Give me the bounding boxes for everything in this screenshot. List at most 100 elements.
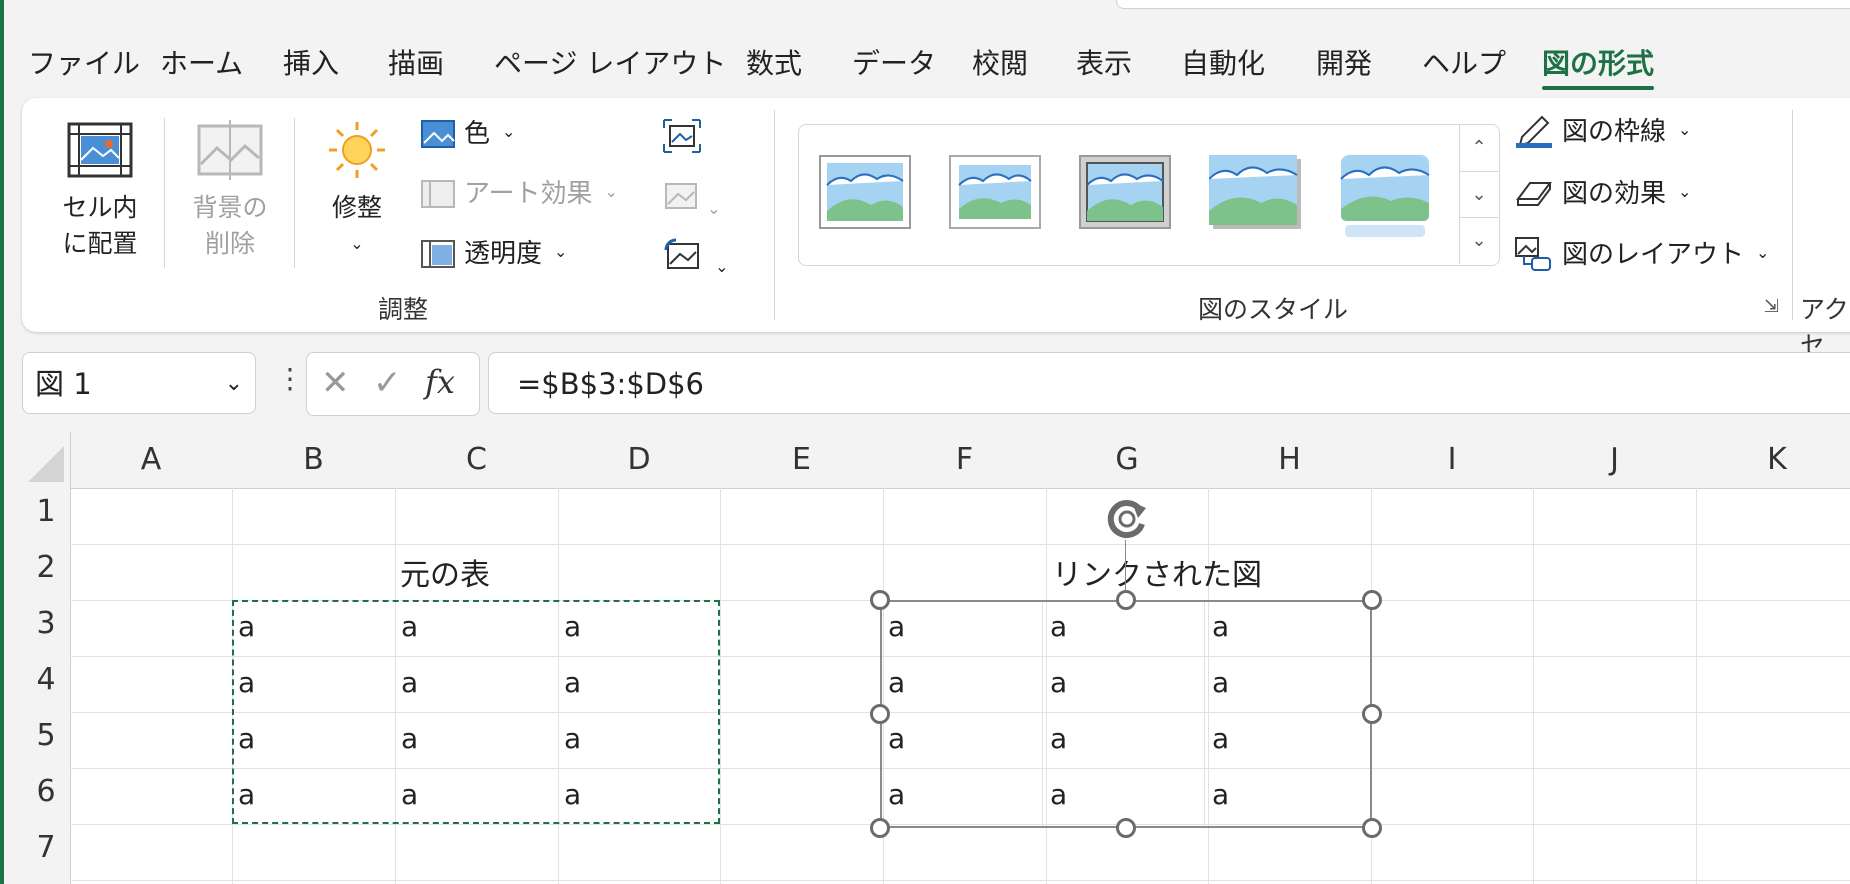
chevron-down-icon: ⌄ — [502, 122, 516, 141]
picture-cell: a — [1212, 610, 1230, 643]
select-all-button[interactable] — [22, 432, 70, 488]
place-in-cell-button[interactable]: セル内 に配置 — [50, 120, 150, 262]
gallery-scroll-down-icon[interactable]: ⌄ — [1459, 171, 1498, 218]
tab-file[interactable]: ファイル — [28, 40, 140, 88]
search-box[interactable] — [1116, 0, 1850, 9]
column-header[interactable]: C — [395, 432, 558, 488]
picture-effects-icon — [1516, 182, 1552, 206]
column-header[interactable]: K — [1696, 432, 1850, 488]
reset-picture-button[interactable]: ⌄ — [662, 236, 729, 276]
picture-style-2[interactable] — [949, 155, 1041, 229]
rotate-handle-icon[interactable] — [1102, 494, 1152, 548]
picture-layout-icon — [1515, 237, 1551, 271]
column-header[interactable]: H — [1208, 432, 1371, 488]
tab-developer[interactable]: 開発 — [1316, 40, 1372, 88]
cancel-icon[interactable]: ✕ — [321, 363, 350, 403]
cell-g2[interactable]: リンクされた図 — [1052, 550, 1262, 594]
tab-picture-format[interactable]: 図の形式 — [1542, 40, 1655, 90]
column-header[interactable]: B — [232, 432, 395, 488]
column-header[interactable]: G — [1046, 432, 1208, 488]
picture-effects-button[interactable]: 図の効果 ⌄ — [1514, 176, 1691, 212]
resize-handle[interactable] — [1362, 818, 1382, 838]
picture-cell: a — [1050, 610, 1068, 643]
tab-formulas[interactable]: 数式 — [746, 40, 802, 88]
compress-pictures-button[interactable] — [662, 118, 702, 158]
column-header[interactable]: A — [70, 432, 232, 488]
column-header[interactable]: J — [1533, 432, 1696, 488]
chevron-down-icon: ⌄ — [554, 242, 568, 261]
picture-border-button[interactable]: 図の枠線 ⌄ — [1514, 114, 1691, 150]
reset-picture-icon — [664, 238, 699, 269]
picture-cell: a — [1212, 722, 1230, 755]
formula-input[interactable]: =$B$3:$D$6 — [488, 352, 1850, 414]
picture-styles-gallery: ⌃ ⌄ ⌄ — [798, 124, 1500, 266]
gallery-scroll-up-icon[interactable]: ⌃ — [1459, 125, 1498, 171]
gallery-more-icon[interactable]: ⌄ — [1459, 217, 1498, 264]
place-in-cell-icon — [67, 122, 133, 178]
tab-home[interactable]: ホーム — [160, 40, 243, 88]
transparency-icon — [421, 240, 455, 268]
resize-handle[interactable] — [870, 704, 890, 724]
column-header[interactable]: D — [558, 432, 720, 488]
picture-gridline — [882, 712, 1370, 713]
column-header[interactable]: I — [1371, 432, 1533, 488]
picture-layout-button[interactable]: 図のレイアウト ⌄ — [1514, 236, 1769, 274]
picture-style-4[interactable] — [1208, 155, 1301, 229]
dialog-launcher-icon[interactable]: ⇲ — [1764, 296, 1779, 317]
row-header[interactable]: 4 — [22, 662, 70, 697]
tab-review[interactable]: 校閲 — [972, 40, 1028, 88]
row-header[interactable]: 7 — [22, 830, 70, 865]
tab-page-layout[interactable]: ページ レイアウト — [494, 40, 726, 88]
sun-icon — [329, 122, 385, 178]
tab-view[interactable]: 表示 — [1076, 40, 1132, 88]
row-header[interactable]: 5 — [22, 718, 70, 753]
row-header[interactable]: 6 — [22, 774, 70, 809]
picture-style-1[interactable] — [819, 155, 911, 229]
row-header[interactable]: 3 — [22, 606, 70, 641]
picture-style-thumbnail-icon — [819, 155, 911, 229]
worksheet-grid[interactable]: A B C D E F G H I J K 1 2 3 4 5 6 7 元の表 … — [22, 432, 1850, 884]
more-options-icon[interactable]: ⋮ — [276, 362, 304, 395]
tab-data[interactable]: データ — [852, 40, 936, 88]
change-picture-icon — [665, 183, 697, 209]
picture-cell: a — [1212, 778, 1230, 811]
picture-gridline — [882, 768, 1370, 769]
tab-automate[interactable]: 自動化 — [1181, 40, 1265, 88]
color-button[interactable]: 色 ⌄ — [420, 116, 515, 152]
group-label-adjust: 調整 — [378, 295, 429, 324]
picture-style-5[interactable] — [1339, 155, 1431, 237]
transparency-button[interactable]: 透明度 ⌄ — [420, 236, 567, 272]
resize-handle[interactable] — [1116, 590, 1136, 610]
row-header[interactable]: 2 — [22, 550, 70, 585]
picture-cell: a — [888, 778, 906, 811]
column-header[interactable]: E — [720, 432, 883, 488]
row-header[interactable]: 1 — [22, 494, 70, 529]
chevron-down-icon[interactable]: ⌄ — [225, 353, 243, 415]
artistic-effects-button[interactable]: アート効果 ⌄ — [420, 176, 618, 212]
change-picture-button[interactable]: ⌄ — [662, 178, 721, 218]
resize-handle[interactable] — [1362, 704, 1382, 724]
corrections-button[interactable]: 修整 ⌄ — [312, 120, 402, 262]
resize-handle[interactable] — [870, 590, 890, 610]
cell-c2[interactable]: 元の表 — [400, 550, 490, 594]
name-box[interactable]: 図 1 ⌄ — [22, 352, 256, 414]
separator — [1792, 110, 1793, 320]
remove-background-icon — [197, 120, 263, 180]
formula-text: =$B$3:$D$6 — [517, 367, 704, 401]
tab-draw[interactable]: 描画 — [388, 40, 444, 88]
picture-cell: a — [888, 666, 906, 699]
chevron-down-icon: ⌄ — [1756, 243, 1770, 262]
resize-handle[interactable] — [1116, 818, 1136, 838]
tab-help[interactable]: ヘルプ — [1422, 40, 1506, 88]
remove-background-label-2: 削除 — [204, 229, 255, 258]
insert-function-icon[interactable]: fx — [425, 363, 455, 401]
check-icon[interactable]: ✓ — [373, 363, 402, 403]
picture-gridline — [1204, 602, 1205, 826]
tab-insert[interactable]: 挿入 — [283, 40, 339, 88]
resize-handle[interactable] — [870, 818, 890, 838]
linked-picture[interactable]: a a a a a a a a a a a a — [880, 600, 1372, 828]
remove-background-button[interactable]: 背景の 削除 — [180, 120, 280, 262]
column-header[interactable]: F — [883, 432, 1046, 488]
resize-handle[interactable] — [1362, 590, 1382, 610]
picture-style-3[interactable] — [1079, 155, 1171, 229]
